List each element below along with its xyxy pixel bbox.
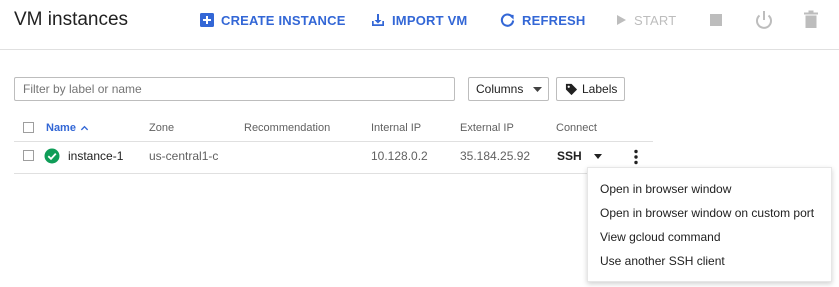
caret-down-icon	[533, 86, 543, 92]
import-vm-label: IMPORT VM	[392, 12, 468, 28]
columns-label: Columns	[476, 82, 524, 96]
create-instance-button[interactable]: CREATE INSTANCE	[200, 8, 346, 32]
row-checkbox[interactable]	[23, 150, 34, 161]
filter-input[interactable]	[14, 77, 455, 101]
column-header-recommendation: Recommendation	[244, 122, 331, 134]
import-download-icon	[372, 14, 384, 26]
ssh-options-menu: Open in browser window Open in browser w…	[587, 167, 832, 282]
more-vert-icon[interactable]	[628, 148, 644, 166]
select-all-checkbox[interactable]	[23, 122, 34, 133]
refresh-icon	[500, 12, 515, 27]
menu-item-another-ssh-client[interactable]: Use another SSH client	[600, 254, 725, 269]
instance-internal-ip: 10.128.0.2	[371, 149, 428, 163]
play-icon	[617, 15, 626, 25]
import-vm-button[interactable]: IMPORT VM	[371, 8, 467, 32]
menu-item-view-gcloud-command[interactable]: View gcloud command	[600, 230, 721, 245]
refresh-button[interactable]: REFRESH	[500, 8, 586, 32]
ssh-label: SSH	[557, 149, 582, 163]
instance-external-ip[interactable]: 35.184.25.92	[460, 149, 530, 164]
menu-item-open-browser[interactable]: Open in browser window	[600, 182, 731, 197]
top-toolbar: VM instances CREATE INSTANCE IMPORT VM R…	[0, 0, 839, 50]
trash-icon	[804, 10, 818, 28]
page-title: VM instances	[14, 9, 129, 30]
menu-item-open-browser-custom-port[interactable]: Open in browser window on custom port	[600, 206, 814, 221]
stop-button[interactable]	[705, 9, 727, 31]
labels-label: Labels	[582, 82, 618, 96]
ssh-dropdown[interactable]: SSH	[557, 149, 602, 163]
header-divider	[14, 141, 653, 142]
row-divider	[14, 173, 653, 174]
column-header-external-ip: External IP	[460, 122, 514, 134]
labels-button[interactable]: Labels	[556, 77, 625, 101]
column-header-name[interactable]: Name	[46, 121, 89, 135]
columns-dropdown[interactable]: Columns	[468, 77, 549, 101]
add-box-icon	[200, 13, 214, 27]
instance-zone: us-central1-c	[149, 149, 219, 163]
status-running-icon	[44, 148, 60, 164]
column-header-internal-ip: Internal IP	[371, 122, 422, 134]
label-tag-icon	[565, 83, 578, 95]
caret-down-icon	[593, 153, 602, 159]
power-icon	[756, 11, 772, 29]
sort-ascending-icon	[80, 125, 89, 130]
start-button[interactable]: START	[615, 8, 676, 32]
column-header-connect: Connect	[556, 122, 597, 134]
delete-button[interactable]	[800, 9, 822, 31]
start-label: START	[634, 12, 677, 28]
column-header-zone: Zone	[149, 122, 175, 134]
create-instance-label: CREATE INSTANCE	[221, 12, 346, 28]
reset-button[interactable]	[753, 9, 775, 31]
instance-name-link[interactable]: instance-1	[68, 149, 123, 164]
column-header-name-label: Name	[46, 122, 76, 134]
stop-icon	[710, 14, 722, 26]
refresh-label: REFRESH	[522, 12, 586, 28]
